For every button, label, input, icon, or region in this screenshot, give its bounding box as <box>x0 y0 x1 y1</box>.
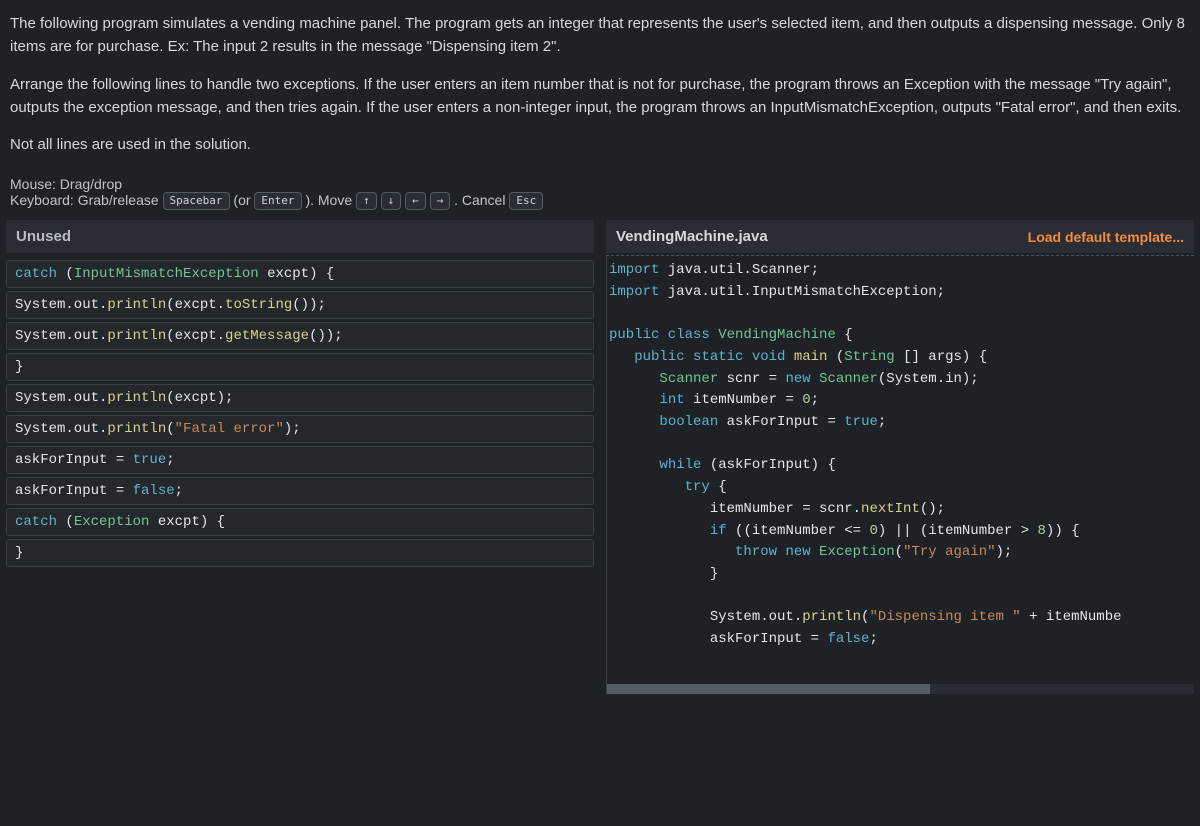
code-editor[interactable]: import java.util.Scanner; import java.ut… <box>606 256 1194 694</box>
key-esc: Esc <box>509 192 543 210</box>
unused-header: Unused <box>6 220 594 253</box>
unused-panel: Unused catch (InputMismatchException exc… <box>6 220 594 694</box>
code-block[interactable]: askForInput = true; <box>6 446 594 474</box>
key-left: ← <box>405 192 426 210</box>
code-block[interactable]: } <box>6 539 594 567</box>
instructions-block: The following program simulates a vendin… <box>0 0 1200 176</box>
code-block[interactable]: System.out.println(excpt.toString()); <box>6 291 594 319</box>
code-block[interactable]: System.out.println("Fatal error"); <box>6 415 594 443</box>
keyboard-hint: Keyboard: Grab/release Spacebar (or Ente… <box>10 192 1190 210</box>
unused-title: Unused <box>16 228 71 245</box>
load-template-link[interactable]: Load default template... <box>1028 229 1184 245</box>
scrollbar-thumb[interactable] <box>607 684 930 694</box>
key-enter: Enter <box>254 192 301 210</box>
editor-panel: VendingMachine.java Load default templat… <box>606 220 1194 694</box>
key-up: ↑ <box>356 192 377 210</box>
instruction-paragraph: Arrange the following lines to handle tw… <box>10 73 1190 120</box>
mouse-hint: Mouse: Drag/drop <box>10 176 1190 192</box>
key-right: → <box>430 192 451 210</box>
instruction-paragraph: Not all lines are used in the solution. <box>10 133 1190 156</box>
code-block[interactable]: System.out.println(excpt); <box>6 384 594 412</box>
key-down: ↓ <box>381 192 402 210</box>
code-block[interactable]: catch (Exception excpt) { <box>6 508 594 536</box>
horizontal-scrollbar[interactable] <box>607 684 1194 694</box>
editor-header: VendingMachine.java Load default templat… <box>606 220 1194 253</box>
code-block[interactable]: catch (InputMismatchException excpt) { <box>6 260 594 288</box>
instruction-paragraph: The following program simulates a vendin… <box>10 12 1190 59</box>
code-block[interactable]: askForInput = false; <box>6 477 594 505</box>
editor-filename: VendingMachine.java <box>616 228 768 245</box>
code-block[interactable]: System.out.println(excpt.getMessage()); <box>6 322 594 350</box>
key-spacebar: Spacebar <box>163 192 230 210</box>
code-block[interactable]: } <box>6 353 594 381</box>
unused-block-list: catch (InputMismatchException excpt) { S… <box>6 253 594 567</box>
controls-hint: Mouse: Drag/drop Keyboard: Grab/release … <box>0 176 1200 220</box>
